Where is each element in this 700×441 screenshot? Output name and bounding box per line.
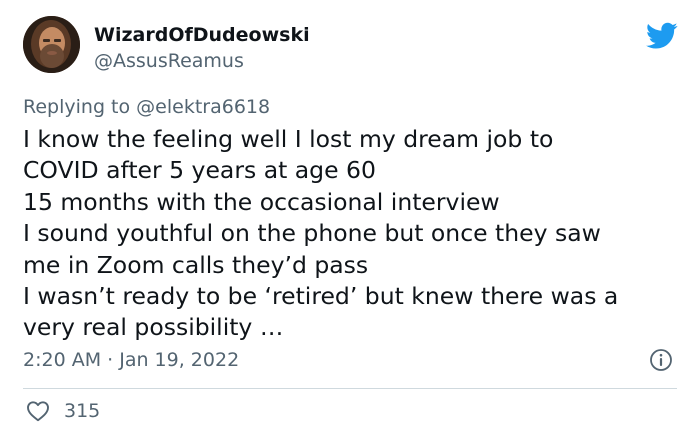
tweet-card: WizardOfDudeowski @AssusReamus Replying … (0, 0, 700, 441)
avatar-image (23, 16, 80, 73)
reply-prefix: Replying to (23, 96, 131, 118)
info-icon[interactable] (649, 348, 673, 372)
divider (23, 388, 677, 389)
reply-context: Replying to @elektra6618 (23, 96, 270, 118)
heart-icon[interactable] (26, 400, 50, 422)
reply-mention-link[interactable]: @elektra6618 (136, 96, 270, 118)
author-handle[interactable]: @AssusReamus (94, 50, 244, 72)
like-action[interactable]: 315 (26, 400, 100, 422)
twitter-bird-icon[interactable] (646, 22, 678, 50)
tweet-timestamp[interactable]: 2:20 AM · Jan 19, 2022 (23, 349, 239, 371)
author-display-name[interactable]: WizardOfDudeowski (94, 24, 310, 46)
like-count: 315 (64, 400, 101, 422)
tweet-text: I know the feeling well I lost my dream … (23, 125, 619, 342)
avatar[interactable] (23, 16, 80, 73)
